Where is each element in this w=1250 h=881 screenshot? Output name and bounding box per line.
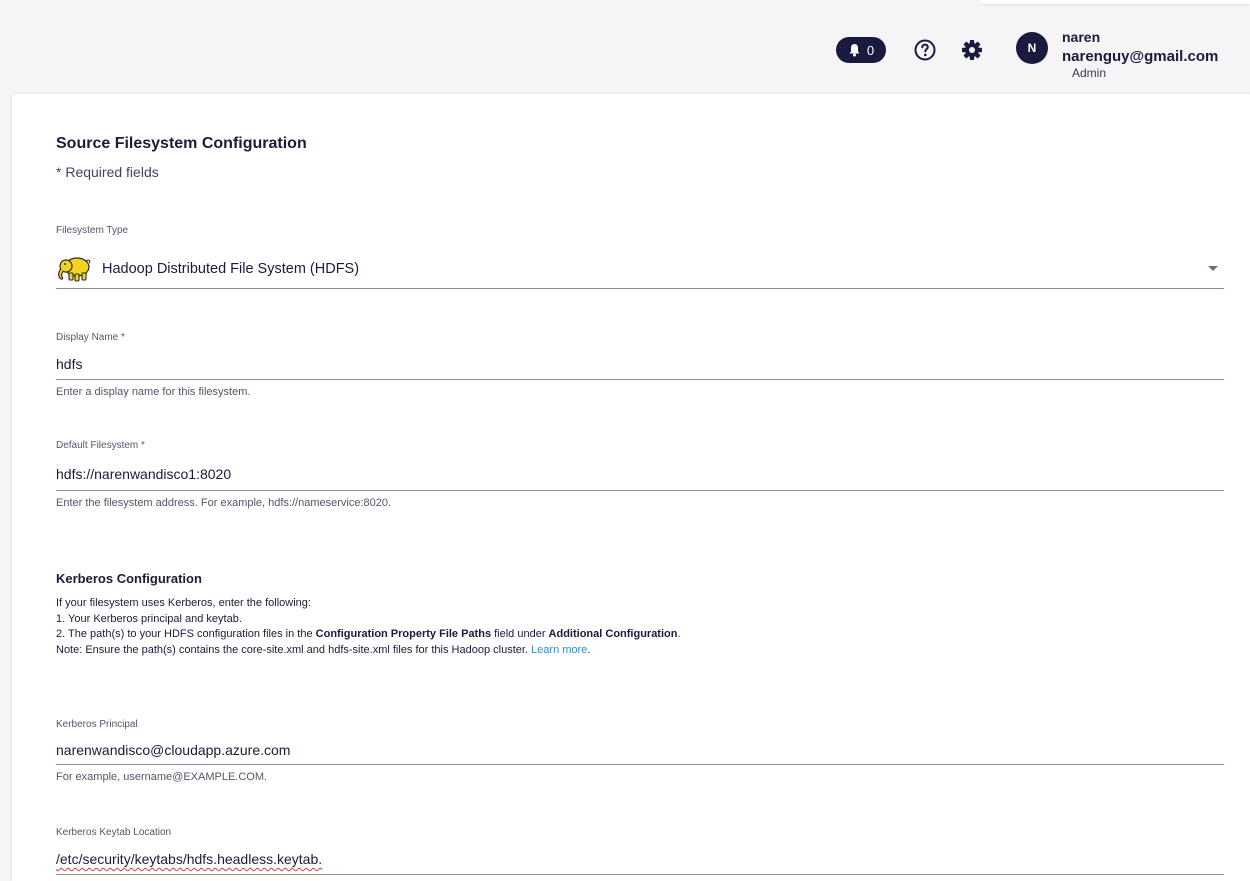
settings-button[interactable] bbox=[960, 38, 984, 62]
notifications-button[interactable]: 0 bbox=[836, 37, 886, 63]
avatar[interactable]: N bbox=[1016, 32, 1048, 64]
kerberos-line-3: 2. The path(s) to your HDFS configuratio… bbox=[56, 627, 1226, 643]
filesystem-type-select[interactable]: Hadoop Distributed File System (HDFS) bbox=[56, 252, 1224, 286]
default-filesystem-input[interactable]: hdfs://narenwandisco1:8020 bbox=[56, 466, 1224, 488]
header-notch bbox=[980, 0, 1250, 4]
required-note: * Required fields bbox=[56, 164, 159, 180]
help-button[interactable] bbox=[913, 38, 937, 62]
user-info[interactable]: naren narenguy@gmail.com Admin bbox=[1062, 30, 1218, 79]
kerberos-keytab-input[interactable]: /etc/security/keytabs/hdfs.headless.keyt… bbox=[56, 851, 1224, 873]
user-name: naren bbox=[1062, 29, 1101, 45]
kerberos-principal-input[interactable]: narenwandisco@cloudapp.azure.com bbox=[56, 742, 1224, 764]
kerberos-instructions: If your filesystem uses Kerberos, enter … bbox=[56, 596, 1226, 658]
display-name-label: Display Name * bbox=[56, 332, 125, 343]
kerberos-line-2: 1. Your Kerberos principal and keytab. bbox=[56, 612, 242, 625]
kerberos-keytab-underline bbox=[56, 874, 1224, 875]
default-filesystem-helper: Enter the filesystem address. For exampl… bbox=[56, 497, 392, 509]
display-name-helper: Enter a display name for this filesystem… bbox=[56, 386, 251, 398]
kerberos-line-4-end: . bbox=[587, 643, 591, 656]
kerberos-line-4: Note: Ensure the path(s) contains the co… bbox=[56, 643, 1226, 659]
learn-more-link[interactable]: Learn more bbox=[531, 644, 587, 656]
user-role: Admin bbox=[1072, 66, 1107, 80]
kerberos-principal-underline bbox=[56, 764, 1224, 765]
kerberos-line-1: If your filesystem uses Kerberos, enter … bbox=[56, 597, 311, 609]
kerberos-line-4-text: Note: Ensure the path(s) contains the co… bbox=[56, 643, 532, 656]
page-title: Source Filesystem Configuration bbox=[56, 135, 307, 152]
chevron-down-icon bbox=[1208, 266, 1218, 271]
notifications-count: 0 bbox=[866, 42, 875, 58]
kerberos-line-3-e: . bbox=[677, 628, 681, 640]
gear-icon bbox=[962, 40, 982, 60]
help-icon bbox=[914, 39, 936, 61]
filesystem-type-value: Hadoop Distributed File System (HDFS) bbox=[102, 261, 360, 277]
top-header: 0 N naren narenguy@gmail.com Admin bbox=[0, 0, 1250, 94]
bell-icon bbox=[849, 44, 860, 57]
kerberos-principal-helper: For example, username@EXAMPLE.COM. bbox=[56, 771, 268, 783]
main-panel: Source Filesystem Configuration * Requir… bbox=[12, 94, 1250, 881]
hadoop-elephant-icon bbox=[58, 257, 91, 282]
filesystem-type-label: Filesystem Type bbox=[56, 225, 129, 236]
default-filesystem-underline bbox=[56, 490, 1224, 491]
kerberos-section-title: Kerberos Configuration bbox=[56, 571, 202, 586]
kerberos-line-3-a: 2. The path(s) to your HDFS configuratio… bbox=[56, 628, 316, 640]
avatar-initial: N bbox=[1027, 41, 1037, 55]
default-filesystem-label: Default Filesystem * bbox=[56, 440, 145, 451]
kerberos-line-3-b: Configuration Property File Paths bbox=[315, 628, 492, 640]
filesystem-type-underline bbox=[56, 288, 1224, 289]
kerberos-keytab-label: Kerberos Keytab Location bbox=[56, 827, 172, 838]
kerberos-line-3-c: field under bbox=[491, 628, 549, 640]
kerberos-principal-label: Kerberos Principal bbox=[56, 719, 138, 730]
kerberos-line-3-d: Additional Configuration bbox=[548, 628, 678, 640]
display-name-input[interactable]: hdfs bbox=[56, 356, 1224, 378]
user-email: narenguy@gmail.com bbox=[1062, 48, 1219, 65]
display-name-underline bbox=[56, 379, 1224, 380]
